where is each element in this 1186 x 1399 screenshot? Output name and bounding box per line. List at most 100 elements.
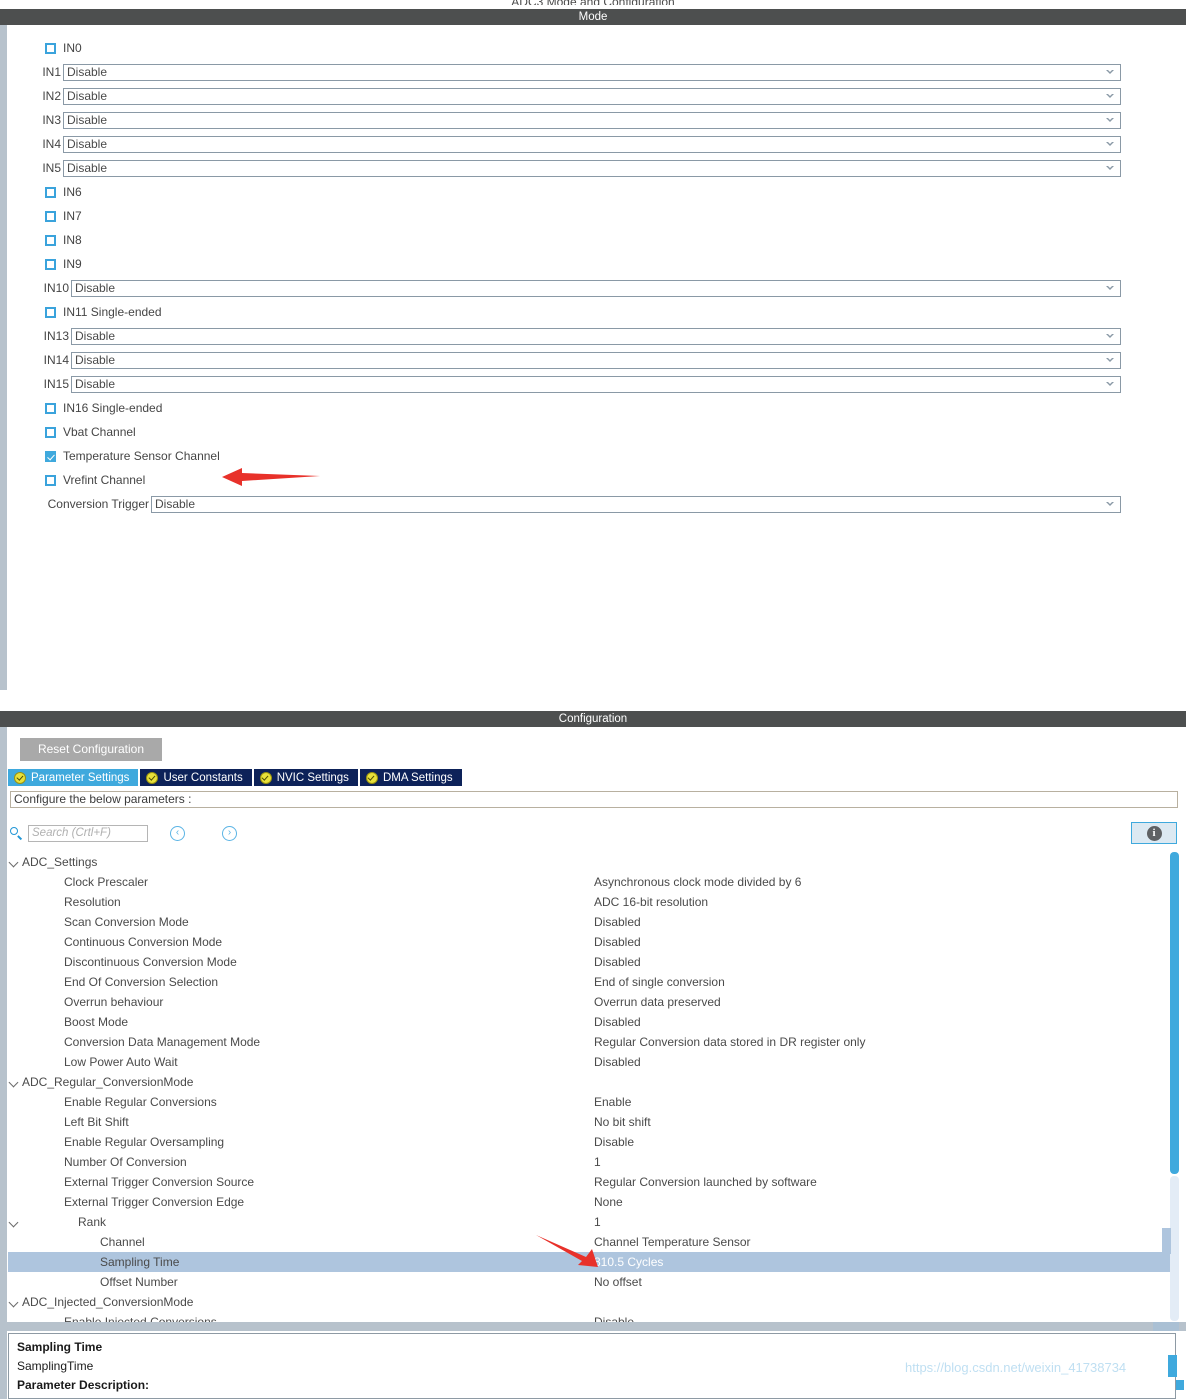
checkbox-in7[interactable]: IN7 xyxy=(45,204,82,228)
checkbox-unchecked-icon[interactable] xyxy=(45,474,56,486)
select-in10[interactable]: Disable xyxy=(71,279,1121,297)
tree-row-value[interactable]: 810.5 Cycles xyxy=(594,1255,663,1269)
checkbox-checked-icon[interactable] xyxy=(45,450,56,462)
tree-row[interactable]: Enable Regular Oversampling Disable xyxy=(8,1132,1170,1152)
select-in2[interactable]: Disable xyxy=(63,87,1121,105)
chevron-down-icon[interactable] xyxy=(1106,140,1114,146)
select-in15[interactable]: Disable xyxy=(71,375,1121,393)
checkbox-vrefint-channel[interactable]: Vrefint Channel xyxy=(45,468,145,492)
select-conversion-trigger[interactable]: Disable xyxy=(151,495,1121,513)
tree-row[interactable]: Sampling Time 810.5 Cycles xyxy=(8,1252,1170,1272)
tree-row[interactable]: Offset Number No offset xyxy=(8,1272,1170,1292)
checkbox-unchecked-icon[interactable] xyxy=(45,402,56,414)
tree-row[interactable]: External Trigger Conversion Source Regula… xyxy=(8,1172,1170,1192)
tree-row[interactable]: Conversion Data Management Mode Regular C… xyxy=(8,1032,1170,1052)
tree-row[interactable]: Discontinuous Conversion Mode Disabled xyxy=(8,952,1170,972)
tree-group-row[interactable]: ADC_Settings xyxy=(8,852,1170,872)
tree-row-value[interactable]: No offset xyxy=(594,1275,642,1289)
tree-scrollbar-grip[interactable] xyxy=(1162,1228,1171,1254)
tree-row[interactable]: Continuous Conversion Mode Disabled xyxy=(8,932,1170,952)
chevron-down-icon[interactable] xyxy=(8,1212,22,1232)
tree-row-value[interactable]: Channel Temperature Sensor xyxy=(594,1235,751,1249)
tree-row[interactable]: Channel Channel Temperature Sensor xyxy=(8,1232,1170,1252)
tree-row-value[interactable]: Regular Conversion launched by software xyxy=(594,1175,817,1189)
checkbox-temperature-sensor-channel[interactable]: Temperature Sensor Channel xyxy=(45,444,220,468)
checkbox-in11-single-ended[interactable]: IN11 Single-ended xyxy=(45,300,162,324)
checkbox-in6[interactable]: IN6 xyxy=(45,180,82,204)
chevron-down-icon[interactable] xyxy=(1106,332,1114,338)
tree-row[interactable]: Left Bit Shift No bit shift xyxy=(8,1112,1170,1132)
tree-row-value[interactable]: Regular Conversion data stored in DR reg… xyxy=(594,1035,865,1049)
search-next-button[interactable]: › xyxy=(222,825,237,841)
checkbox-unchecked-icon[interactable] xyxy=(45,306,56,318)
tab-user-constants[interactable]: User Constants xyxy=(140,769,252,786)
select-in1[interactable]: Disable xyxy=(63,63,1121,81)
tree-group-row[interactable]: ADC_Injected_ConversionMode xyxy=(8,1292,1170,1312)
tree-row[interactable]: Boost Mode Disabled xyxy=(8,1012,1170,1032)
tree-row-value[interactable]: Disabled xyxy=(594,955,641,969)
tree-row-value[interactable]: Disabled xyxy=(594,915,641,929)
select-in4[interactable]: Disable xyxy=(63,135,1121,153)
tree-row-value[interactable]: ADC 16-bit resolution xyxy=(594,895,708,909)
checkbox-vbat-channel[interactable]: Vbat Channel xyxy=(45,420,136,444)
tree-row[interactable]: Clock Prescaler Asynchronous clock mode d… xyxy=(8,872,1170,892)
tree-row[interactable]: Scan Conversion Mode Disabled xyxy=(8,912,1170,932)
select-in3[interactable]: Disable xyxy=(63,111,1121,129)
chevron-down-icon[interactable] xyxy=(1106,284,1114,290)
reset-configuration-button[interactable]: Reset Configuration xyxy=(20,738,162,761)
chevron-down-icon[interactable] xyxy=(8,1292,22,1312)
chevron-down-icon[interactable] xyxy=(1106,68,1114,74)
chevron-down-icon[interactable] xyxy=(1106,116,1114,122)
chevron-down-icon[interactable] xyxy=(8,1072,22,1092)
tree-row-value[interactable]: Disabled xyxy=(594,1055,641,1069)
tree-row-value[interactable]: Overrun data preserved xyxy=(594,995,721,1009)
tree-scrollbar-lower[interactable] xyxy=(1170,1176,1179,1321)
tree-row-value[interactable]: Disabled xyxy=(594,1015,641,1029)
tree-row-value[interactable]: Asynchronous clock mode divided by 6 xyxy=(594,875,801,889)
tree-row[interactable]: Resolution ADC 16-bit resolution xyxy=(8,892,1170,912)
tab-dma-settings[interactable]: DMA Settings xyxy=(359,769,462,786)
tree-row[interactable]: Rank 1 xyxy=(8,1212,1170,1232)
checkbox-in8[interactable]: IN8 xyxy=(45,228,82,252)
select-in5[interactable]: Disable xyxy=(63,159,1121,177)
tab-parameter-settings[interactable]: Parameter Settings xyxy=(8,769,139,786)
tree-row-value[interactable]: Enable xyxy=(594,1095,631,1109)
checkbox-unchecked-icon[interactable] xyxy=(45,210,56,222)
chevron-down-icon[interactable] xyxy=(1106,356,1114,362)
horizontal-scrollbar-thumb[interactable] xyxy=(1153,1322,1179,1331)
tree-group-row[interactable]: ADC_Regular_ConversionMode xyxy=(8,1072,1170,1092)
checkbox-unchecked-icon[interactable] xyxy=(45,234,56,246)
tree-row[interactable]: Low Power Auto Wait Disabled xyxy=(8,1052,1170,1072)
info-button[interactable]: i xyxy=(1131,822,1177,844)
tree-row[interactable]: Overrun behaviour Overrun data preserved xyxy=(8,992,1170,1012)
checkbox-unchecked-icon[interactable] xyxy=(45,426,56,438)
chevron-down-icon[interactable] xyxy=(1106,92,1114,98)
tree-row[interactable]: External Trigger Conversion Edge None xyxy=(8,1192,1170,1212)
tree-row-value[interactable]: None xyxy=(594,1195,623,1209)
search-prev-button[interactable]: ‹ xyxy=(170,825,185,841)
tree-row-value[interactable]: 1 xyxy=(594,1215,601,1229)
tree-row[interactable]: Enable Regular Conversions Enable xyxy=(8,1092,1170,1112)
checkbox-unchecked-icon[interactable] xyxy=(45,258,56,270)
chevron-down-icon[interactable] xyxy=(1106,164,1114,170)
chevron-down-icon[interactable] xyxy=(1106,500,1114,506)
tree-row[interactable]: End Of Conversion Selection End of single… xyxy=(8,972,1170,992)
tree-row-value[interactable]: End of single conversion xyxy=(594,975,725,989)
tab-nvic-settings[interactable]: NVIC Settings xyxy=(253,769,358,786)
checkbox-unchecked-icon[interactable] xyxy=(45,186,56,198)
tree-row-value[interactable]: Disable xyxy=(594,1135,634,1149)
tree-row-value[interactable]: 1 xyxy=(594,1155,601,1169)
tree-row[interactable]: Enable Injected Conversions Disable xyxy=(8,1312,1170,1322)
tree-scrollbar-thumb[interactable] xyxy=(1170,852,1179,1174)
tree-row[interactable]: Number Of Conversion 1 xyxy=(8,1152,1170,1172)
checkbox-in9[interactable]: IN9 xyxy=(45,252,82,276)
checkbox-in0[interactable]: IN0 xyxy=(45,36,82,60)
tree-row-value[interactable]: Disabled xyxy=(594,935,641,949)
chevron-down-icon[interactable] xyxy=(1106,380,1114,386)
checkbox-in16-single-ended[interactable]: IN16 Single-ended xyxy=(45,396,162,420)
tree-row-value[interactable]: No bit shift xyxy=(594,1115,651,1129)
search-input[interactable]: Search (Crtl+F) xyxy=(28,824,148,842)
chevron-down-icon[interactable] xyxy=(8,852,22,872)
select-in13[interactable]: Disable xyxy=(71,327,1121,345)
select-in14[interactable]: Disable xyxy=(71,351,1121,369)
